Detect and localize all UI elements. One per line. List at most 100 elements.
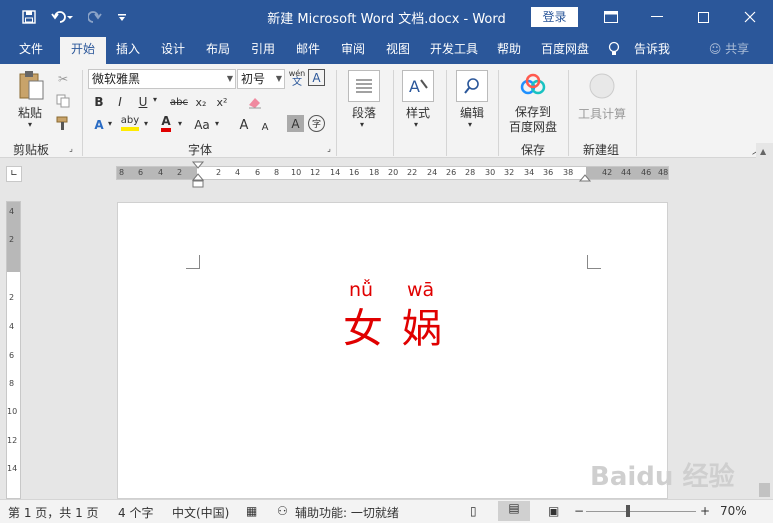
vertical-scrollbar[interactable]: ▲ [756, 143, 773, 499]
close-icon[interactable] [727, 0, 773, 34]
subscript-button[interactable]: x₂ [191, 92, 211, 112]
chevron-down-icon[interactable]: ▾ [108, 119, 112, 128]
char-wa[interactable]: 娲 [402, 296, 442, 354]
document-page[interactable]: nǚ wā 女 娲 [117, 202, 668, 499]
bold-button[interactable]: B [89, 92, 109, 112]
lightbulb-icon[interactable] [604, 34, 624, 64]
cut-icon[interactable]: ✂ [54, 70, 72, 88]
tab-baidu-netdisk[interactable]: 百度网盘 [534, 34, 596, 64]
maximize-icon[interactable] [680, 0, 726, 34]
text-effects-button[interactable]: A [89, 115, 109, 135]
ruler-tick: 4 [158, 168, 164, 177]
tab-design[interactable]: 设计 [153, 34, 193, 64]
char-shading-button[interactable]: A [287, 115, 304, 132]
login-button[interactable]: 登录 [531, 7, 578, 27]
new-group-label: 新建组 [583, 143, 620, 157]
paragraph-button[interactable]: 段落 [346, 104, 382, 121]
save-icon[interactable] [18, 7, 40, 27]
grow-font-button[interactable]: A [234, 115, 254, 135]
chevron-down-icon[interactable]: ▾ [215, 119, 219, 128]
tab-file[interactable]: 文件 [8, 34, 54, 64]
accessibility-status[interactable]: 辅助功能: 一切就绪 [295, 504, 399, 521]
indent-marker-icon[interactable] [192, 161, 204, 189]
highlight-button[interactable]: aby [120, 113, 140, 133]
tab-layout[interactable]: 布局 [198, 34, 238, 64]
superscript-button[interactable]: x² [212, 92, 232, 112]
search-icon[interactable] [456, 70, 488, 102]
zoom-slider-thumb[interactable] [626, 505, 630, 517]
zoom-level[interactable]: 70% [720, 504, 747, 518]
tab-home[interactable]: 开始 [60, 37, 106, 64]
tab-help[interactable]: 帮助 [489, 34, 529, 64]
tab-developer[interactable]: 开发工具 [423, 34, 485, 64]
tell-me-search[interactable]: 告诉我 [626, 34, 678, 64]
vruler-tick: 4 [9, 322, 15, 331]
chevron-down-icon[interactable]: ▾ [153, 95, 157, 104]
tab-selector-icon[interactable]: ∟ [6, 166, 22, 182]
baidu-netdisk-icon[interactable] [518, 72, 548, 98]
share-button[interactable]: ☺ 共享 [700, 34, 758, 64]
chevron-down-icon[interactable]: ▾ [360, 120, 364, 129]
tab-review[interactable]: 审阅 [333, 34, 373, 64]
change-case-button[interactable]: Aa [190, 115, 214, 135]
chevron-down-icon[interactable]: ▾ [144, 119, 148, 128]
ribbon-display-icon[interactable] [588, 0, 634, 34]
font-launcher-icon[interactable]: ⌟ [324, 144, 334, 153]
tab-mailings[interactable]: 邮件 [288, 34, 328, 64]
print-layout-icon[interactable]: ▤ [498, 501, 530, 521]
word-count[interactable]: 4 个字 [118, 504, 153, 521]
web-layout-icon[interactable]: ▣ [548, 504, 559, 518]
paste-icon[interactable] [15, 70, 47, 102]
paragraph-icon[interactable] [348, 70, 380, 102]
read-mode-icon[interactable]: ▯ [470, 504, 477, 518]
page-count[interactable]: 第 1 页，共 1 页 [8, 504, 99, 521]
styles-icon[interactable]: A [402, 70, 434, 102]
redo-icon[interactable] [84, 7, 106, 27]
copy-icon[interactable] [54, 92, 72, 110]
chevron-down-icon[interactable]: ▾ [178, 119, 182, 128]
vertical-ruler[interactable]: 4 2 2 4 6 8 10 12 14 [6, 201, 21, 499]
share-label: 共享 [725, 42, 750, 56]
minimize-icon[interactable] [634, 0, 680, 34]
vruler-tick: 4 [9, 207, 15, 216]
underline-button[interactable]: U [133, 92, 153, 112]
language[interactable]: 中文(中国) [172, 504, 229, 521]
tab-references[interactable]: 引用 [243, 34, 283, 64]
tool-calc-button[interactable]: 工具计算 [574, 105, 630, 122]
accessibility-icon[interactable]: ⚇ [277, 504, 288, 518]
clipboard-launcher-icon[interactable]: ⌟ [66, 144, 76, 153]
zoom-in-icon[interactable]: + [700, 504, 710, 518]
paste-dropdown-icon[interactable]: ▾ [26, 120, 34, 129]
format-painter-icon[interactable] [54, 114, 72, 132]
char-border-icon[interactable]: A [308, 69, 325, 86]
scroll-thumb[interactable] [759, 483, 770, 497]
chevron-down-icon[interactable]: ▾ [468, 120, 472, 129]
phonetic-guide-button[interactable]: wén 文 [287, 69, 307, 88]
char-nu[interactable]: 女 [343, 296, 383, 354]
font-name-select[interactable]: 微软雅黑 ▼ [88, 69, 236, 89]
enclose-char-button[interactable]: 字 [308, 115, 325, 132]
zoom-out-icon[interactable]: − [574, 504, 584, 518]
clear-format-icon[interactable] [245, 92, 265, 112]
font-color-button[interactable]: A [156, 113, 176, 133]
paste-button[interactable]: 粘贴 [12, 104, 48, 121]
calculator-icon[interactable] [588, 72, 616, 100]
tab-insert[interactable]: 插入 [108, 34, 148, 64]
undo-icon[interactable] [48, 7, 76, 27]
styles-button[interactable]: 样式 [400, 104, 436, 121]
customize-icon[interactable] [112, 7, 132, 27]
zoom-slider[interactable] [586, 511, 696, 512]
shrink-font-button[interactable]: A [255, 117, 275, 137]
italic-button[interactable]: I [110, 92, 130, 112]
save-to-baidu-button[interactable]: 保存到 百度网盘 [502, 105, 564, 135]
ruler-tick: 6 [255, 168, 261, 177]
strikethrough-button[interactable]: abc [167, 92, 191, 112]
scroll-up-icon[interactable]: ▲ [760, 147, 766, 156]
chevron-down-icon[interactable]: ▾ [414, 120, 418, 129]
font-size-select[interactable]: 初号 ▼ [237, 69, 285, 89]
editing-button[interactable]: 编辑 [454, 104, 490, 121]
ruler-tick: 36 [543, 168, 554, 177]
right-indent-marker-icon[interactable] [579, 172, 591, 182]
macro-icon[interactable]: ▦ [246, 504, 257, 518]
tab-view[interactable]: 视图 [378, 34, 418, 64]
